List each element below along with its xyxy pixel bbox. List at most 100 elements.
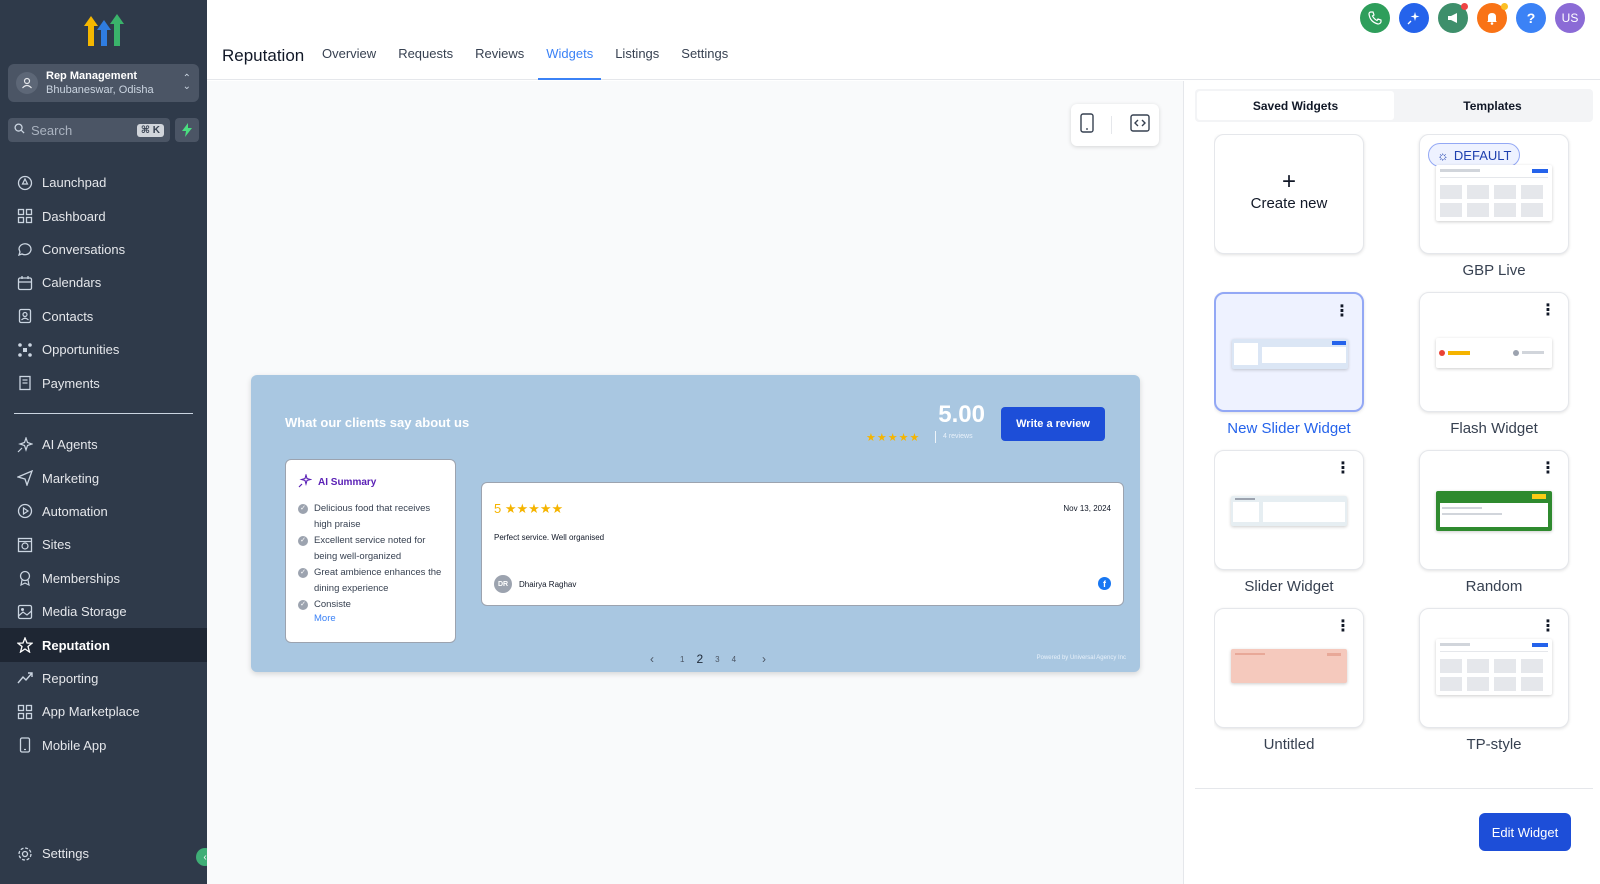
embed-code-icon[interactable] bbox=[1130, 113, 1150, 137]
chat-icon bbox=[16, 240, 34, 258]
ai-summary-card: AI Summary ✓ Delicious food that receives… bbox=[285, 459, 456, 643]
ai-assistant-button[interactable] bbox=[1399, 3, 1429, 33]
tab-saved-widgets[interactable]: Saved Widgets bbox=[1197, 91, 1394, 120]
tab-overview[interactable]: Overview bbox=[322, 46, 376, 71]
account-switcher[interactable]: Rep Management Bhubaneswar, Odisha ⌃ ⌄ bbox=[8, 64, 199, 102]
sidebar-item-label: Media Storage bbox=[42, 604, 127, 620]
sidebar-item-media-storage[interactable]: Media Storage bbox=[0, 595, 207, 628]
sidebar-item-reporting[interactable]: Reporting bbox=[0, 662, 207, 695]
sidebar-item-sites[interactable]: Sites bbox=[0, 528, 207, 561]
widget-name-slider-widget: Slider Widget bbox=[1244, 578, 1334, 595]
search-placeholder: Search bbox=[31, 122, 73, 138]
announcements-button[interactable] bbox=[1438, 3, 1468, 33]
widget-card-random[interactable]: ⋮ bbox=[1419, 450, 1569, 570]
widget-thumbnail bbox=[1436, 491, 1552, 531]
calendar-icon bbox=[16, 274, 34, 292]
sparkle-icon bbox=[298, 472, 313, 491]
sidebar-item-mobile-app[interactable]: Mobile App bbox=[0, 729, 207, 762]
help-button[interactable]: ? bbox=[1516, 3, 1546, 33]
send-icon bbox=[16, 469, 34, 487]
page-1[interactable]: 1 bbox=[680, 655, 684, 664]
sidebar-item-label: Opportunities bbox=[42, 342, 120, 358]
sidebar-item-ai-agents[interactable]: AI Agents bbox=[0, 428, 207, 461]
widget-thumbnail bbox=[1436, 639, 1552, 695]
chevron-left-icon[interactable]: ‹ bbox=[650, 652, 654, 666]
sidebar: Rep Management Bhubaneswar, Odisha ⌃ ⌄ Se… bbox=[0, 0, 214, 884]
sidebar-settings: Settings bbox=[0, 837, 207, 870]
tab-reviews[interactable]: Reviews bbox=[475, 46, 524, 71]
widget-thumbnail bbox=[1232, 339, 1348, 369]
sparkle-icon bbox=[1407, 12, 1420, 25]
tab-requests[interactable]: Requests bbox=[398, 46, 453, 71]
widget-name-flash-widget: Flash Widget bbox=[1450, 420, 1538, 437]
sidebar-item-contacts[interactable]: Contacts bbox=[0, 300, 207, 333]
ai-summary-item: ✓ Consiste bbox=[298, 597, 443, 613]
widget-name-untitled: Untitled bbox=[1263, 736, 1315, 753]
sidebar-item-app-marketplace[interactable]: App Marketplace bbox=[0, 695, 207, 728]
page-4[interactable]: 4 bbox=[732, 655, 736, 664]
more-options-icon[interactable]: ⋮ bbox=[1335, 461, 1351, 477]
sidebar-item-calendars[interactable]: Calendars bbox=[0, 266, 207, 299]
quick-action-button[interactable] bbox=[175, 118, 199, 142]
gear-icon bbox=[16, 845, 34, 863]
more-options-icon[interactable]: ⋮ bbox=[1540, 303, 1556, 319]
search-input[interactable]: Search ⌘ K bbox=[8, 118, 170, 142]
more-options-icon[interactable]: ⋮ bbox=[1540, 619, 1556, 635]
user-avatar[interactable]: US bbox=[1555, 3, 1585, 33]
widget-thumbnail bbox=[1436, 338, 1552, 368]
widget-card-tp-style[interactable]: ⋮ bbox=[1419, 608, 1569, 728]
sidebar-item-memberships[interactable]: Memberships bbox=[0, 562, 207, 595]
check-icon: ✓ bbox=[298, 600, 308, 610]
sidebar-item-conversations[interactable]: Conversations bbox=[0, 233, 207, 266]
tab-widgets[interactable]: Widgets bbox=[538, 46, 602, 80]
create-new-widget-card[interactable]: + Create new bbox=[1214, 134, 1364, 254]
widget-card-untitled[interactable]: ⋮ bbox=[1214, 608, 1364, 728]
reputation-tabs: Overview Requests Reviews Widgets Listin… bbox=[322, 46, 750, 80]
bell-icon bbox=[1487, 13, 1497, 25]
widget-card-gbp-live[interactable]: ☼ DEFAULT bbox=[1419, 134, 1569, 254]
write-review-button[interactable]: Write a review bbox=[1001, 407, 1105, 441]
chevron-updown-icon: ⌃ ⌄ bbox=[182, 73, 191, 92]
tab-settings[interactable]: Settings bbox=[681, 46, 728, 71]
sidebar-item-label: Memberships bbox=[42, 570, 121, 586]
sidebar-item-payments[interactable]: Payments bbox=[0, 366, 207, 399]
widgets-grid: + Create new ☼ DEFAULT GBP Live ⋮ New Sli… bbox=[1214, 134, 1584, 831]
create-new-label: Create new bbox=[1250, 195, 1328, 212]
more-options-icon[interactable]: ⋮ bbox=[1334, 304, 1350, 320]
page-3[interactable]: 3 bbox=[715, 655, 719, 664]
mobile-view-icon[interactable] bbox=[1080, 112, 1094, 138]
sidebar-item-automation[interactable]: Automation bbox=[0, 495, 207, 528]
sidebar-item-reputation[interactable]: Reputation bbox=[0, 628, 207, 662]
default-badge: ☼ DEFAULT bbox=[1428, 143, 1521, 167]
sidebar-item-marketing[interactable]: Marketing bbox=[0, 461, 207, 494]
review-date: Nov 13, 2024 bbox=[1063, 504, 1111, 513]
widget-name-random: Random bbox=[1465, 578, 1523, 595]
review-rating: 5 ★★★★★ bbox=[494, 501, 564, 516]
tab-listings[interactable]: Listings bbox=[615, 46, 659, 71]
widget-card-slider-widget[interactable]: ⋮ bbox=[1214, 450, 1364, 570]
chevron-right-icon[interactable]: › bbox=[762, 652, 766, 666]
sidebar-item-launchpad[interactable]: Launchpad bbox=[0, 166, 207, 199]
sidebar-item-label: Dashboard bbox=[42, 208, 106, 224]
sidebar-item-opportunities[interactable]: Opportunities bbox=[0, 333, 207, 366]
notifications-button[interactable] bbox=[1477, 3, 1508, 33]
sites-icon bbox=[16, 536, 34, 554]
more-options-icon[interactable]: ⋮ bbox=[1540, 461, 1556, 477]
widget-card-flash-widget[interactable]: ⋮ bbox=[1419, 292, 1569, 412]
page-2[interactable]: 2 bbox=[696, 652, 703, 666]
edit-widget-button[interactable]: Edit Widget bbox=[1479, 813, 1571, 851]
review-text: Perfect service. Well organised bbox=[494, 533, 605, 542]
sidebar-item-settings[interactable]: Settings bbox=[0, 837, 207, 870]
review-card: 5 ★★★★★ Nov 13, 2024 Perfect service. We… bbox=[481, 482, 1124, 606]
ai-summary-more-link[interactable]: More bbox=[314, 613, 443, 624]
sidebar-nav-secondary: AI Agents Marketing Automation Sites Mem… bbox=[0, 428, 207, 762]
sidebar-item-label: Reputation bbox=[42, 637, 110, 653]
bolt-icon bbox=[182, 123, 192, 137]
avatar-initials: US bbox=[1561, 11, 1579, 25]
phone-button[interactable] bbox=[1360, 3, 1390, 33]
sidebar-item-label: Sites bbox=[42, 537, 71, 553]
sidebar-item-dashboard[interactable]: Dashboard bbox=[0, 199, 207, 232]
tab-templates[interactable]: Templates bbox=[1394, 91, 1591, 120]
more-options-icon[interactable]: ⋮ bbox=[1335, 619, 1351, 635]
widget-card-new-slider-widget[interactable]: ⋮ bbox=[1214, 292, 1364, 412]
